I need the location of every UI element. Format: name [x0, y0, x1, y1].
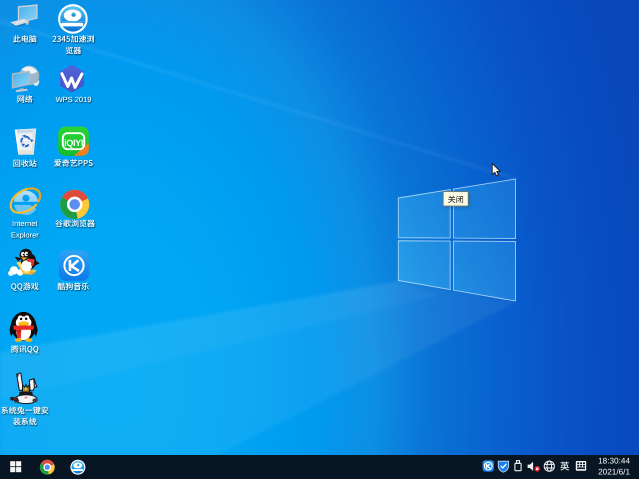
svg-text:Explorer: Explorer	[11, 230, 39, 239]
svg-text:WPS 2019: WPS 2019	[56, 95, 92, 104]
svg-text:iQIYI: iQIYI	[64, 138, 83, 148]
svg-text:2021/6/1: 2021/6/1	[598, 467, 630, 476]
svg-text:Internet: Internet	[12, 219, 38, 228]
svg-text:18:30:44: 18:30:44	[598, 457, 630, 466]
